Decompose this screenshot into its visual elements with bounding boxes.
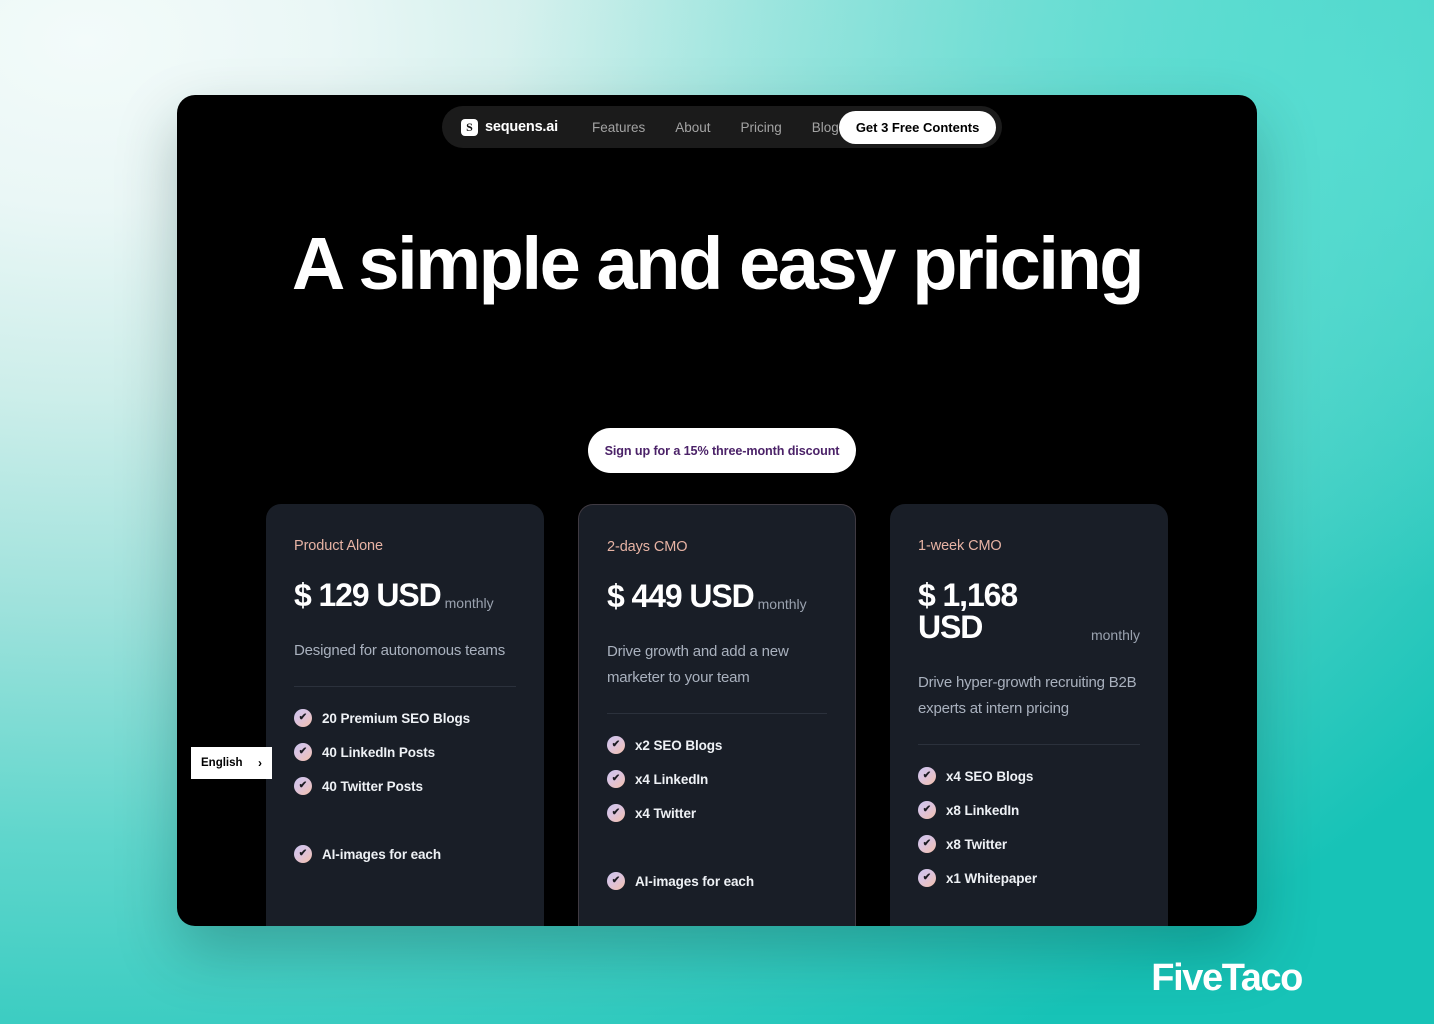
check-circle-icon: ✔ <box>607 804 625 823</box>
plan-price-row: $ 129 USD monthly <box>294 579 516 611</box>
plan-description: Drive hyper-growth recruiting B2B expert… <box>918 674 1137 718</box>
check-circle-icon: ✔ <box>294 743 312 762</box>
plan-feature-label: x1 Whitepaper <box>946 870 1037 886</box>
plan-feature-label: x8 LinkedIn <box>946 802 1020 818</box>
plan-period: monthly <box>444 595 494 611</box>
plan-feature-label: x8 Twitter <box>946 836 1008 852</box>
plan-description: Drive growth and add a new marketer to y… <box>607 643 789 687</box>
check-circle-icon: ✔ <box>918 835 936 854</box>
nav-link-about[interactable]: About <box>675 120 710 135</box>
page-background: S sequens.ai Features About Pricing Blog… <box>0 0 1434 1024</box>
plan-feature-item: ✔ x4 SEO Blogs <box>918 767 1140 786</box>
nav-links: Features About Pricing Blog <box>592 120 839 135</box>
plan-feature-label: x4 Twitter <box>635 805 697 821</box>
check-circle-icon: ✔ <box>607 872 625 891</box>
brand-name: sequens.ai <box>485 119 558 135</box>
check-circle-icon: ✔ <box>294 845 312 864</box>
nav-link-pricing[interactable]: Pricing <box>741 120 782 135</box>
plan-feature-label: x2 SEO Blogs <box>635 737 723 753</box>
plan-price-row: $ 1,168 USD monthly <box>918 579 1140 643</box>
card-divider <box>294 686 516 688</box>
language-selector[interactable]: English › <box>191 747 272 779</box>
plan-feature-item: ✔ AI-images for each <box>294 845 516 864</box>
pricing-card[interactable]: 2-days CMO $ 449 USD monthly Drive growth a… <box>578 504 856 926</box>
plan-feature-item: ✔ AI-images for each <box>607 872 827 891</box>
plan-feature-label: x4 LinkedIn <box>635 771 709 787</box>
plan-feature-item: ✔ x4 LinkedIn <box>607 770 827 789</box>
get-free-contents-button[interactable]: Get 3 Free Contents <box>838 110 997 144</box>
check-circle-icon: ✔ <box>607 736 625 755</box>
card-divider <box>918 744 1140 746</box>
plan-feature-list: ✔ x4 SEO Blogs ✔ x8 LinkedIn ✔ x8 Twitter ✔ x1 … <box>918 767 1140 888</box>
plan-feature-label: x4 SEO Blogs <box>946 768 1034 784</box>
check-circle-icon: ✔ <box>918 767 936 786</box>
plan-period: monthly <box>757 596 807 612</box>
plan-feature-item: ✔ 40 Twitter Posts <box>294 777 516 796</box>
plan-price: $ 129 USD <box>294 577 442 613</box>
pricing-cards: Product Alone $ 129 USD monthly Designed fo… <box>177 504 1257 926</box>
check-circle-icon: ✔ <box>294 709 312 728</box>
plan-feature-item: ✔ 40 LinkedIn Posts <box>294 743 516 762</box>
plan-feature-item: ✔ x1 Whitepaper <box>918 869 1140 888</box>
page-title: A simple and easy pricing <box>291 222 1145 305</box>
pricing-card[interactable]: Product Alone $ 129 USD monthly Designed fo… <box>266 504 544 926</box>
plan-price: $ 449 USD <box>607 578 755 614</box>
pricing-card[interactable]: 1-week CMO $ 1,168 USD monthly Drive hyper-… <box>890 504 1168 926</box>
plan-period: monthly <box>1090 627 1140 643</box>
check-circle-icon: ✔ <box>294 777 312 796</box>
language-label: English <box>201 757 243 769</box>
fivetaco-watermark: FiveTaco <box>1151 957 1303 999</box>
plan-feature-label: AI-images for each <box>322 846 441 862</box>
plan-feature-label: 20 Premium SEO Blogs <box>322 710 471 726</box>
nav-link-blog[interactable]: Blog <box>812 120 839 135</box>
plan-feature-list: ✔ 20 Premium SEO Blogs ✔ 40 LinkedIn Posts ✔… <box>294 709 516 864</box>
plan-name: Product Alone <box>294 538 383 554</box>
brand-logo[interactable]: S sequens.ai <box>461 118 558 136</box>
chevron-right-icon: › <box>258 756 262 770</box>
plan-feature-item: ✔ 20 Premium SEO Blogs <box>294 709 516 728</box>
top-navigation-bar: S sequens.ai Features About Pricing Blog… <box>442 106 1002 148</box>
plan-description: Designed for autonomous teams <box>294 642 505 659</box>
plan-feature-label: 40 LinkedIn Posts <box>322 744 436 760</box>
browser-window: S sequens.ai Features About Pricing Blog… <box>177 95 1257 926</box>
plan-name: 1-week CMO <box>918 538 1002 554</box>
plan-price: $ 1,168 USD <box>918 577 1018 645</box>
check-circle-icon: ✔ <box>918 801 936 820</box>
plan-feature-list: ✔ x2 SEO Blogs ✔ x4 LinkedIn ✔ x4 Twitter ✔ AI-… <box>607 736 827 891</box>
plan-feature-label: 40 Twitter Posts <box>322 778 423 794</box>
check-circle-icon: ✔ <box>607 770 625 789</box>
plan-price-row: $ 449 USD monthly <box>607 580 827 612</box>
plan-feature-item: ✔ x8 LinkedIn <box>918 801 1140 820</box>
sequens-logo-icon: S <box>461 118 478 136</box>
plan-feature-item: ✔ x8 Twitter <box>918 835 1140 854</box>
plan-feature-label: AI-images for each <box>635 873 754 889</box>
plan-feature-item: ✔ x4 Twitter <box>607 804 827 823</box>
plan-feature-item: ✔ x2 SEO Blogs <box>607 736 827 755</box>
discount-signup-button[interactable]: Sign up for a 15% three-month discount <box>588 428 856 473</box>
nav-link-features[interactable]: Features <box>592 120 645 135</box>
plan-name: 2-days CMO <box>607 539 688 555</box>
card-divider <box>607 713 827 715</box>
check-circle-icon: ✔ <box>918 869 936 888</box>
